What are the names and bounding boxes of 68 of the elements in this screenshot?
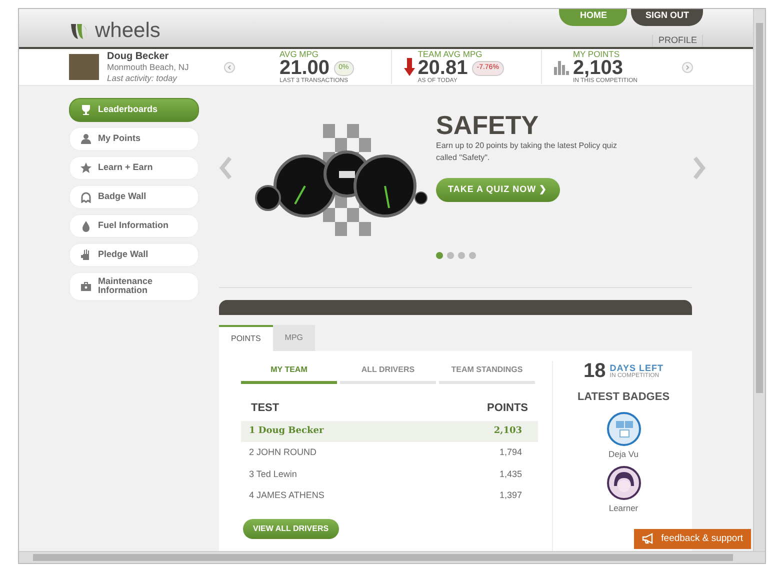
promo-title: SAFETY xyxy=(436,112,540,138)
table-row[interactable]: 2 JOHN ROUND 1,794 xyxy=(241,442,538,464)
sidebar-item[interactable]: Leaderboards xyxy=(69,98,199,122)
nav-tab[interactable]: SIGN OUT xyxy=(631,9,703,26)
carousel-dot[interactable] xyxy=(469,252,476,258)
girl-badge-icon xyxy=(606,466,640,500)
user-name: Doug Becker xyxy=(107,51,170,62)
view-all-drivers-button[interactable]: VIEW ALL DRIVERS xyxy=(243,518,339,538)
sidebar-item[interactable]: Pledge Wall xyxy=(69,243,199,267)
down-arrow-icon xyxy=(404,58,415,76)
tab[interactable]: MPG xyxy=(272,325,316,351)
driver-name: 3 Ted Lewin xyxy=(249,468,297,480)
stat-value: 2,103 xyxy=(572,58,623,78)
right-chevron-icon xyxy=(692,156,706,180)
points-value: 1,397 xyxy=(499,489,522,502)
driver-name: 1 Doug Becker xyxy=(249,424,324,438)
drop-icon xyxy=(80,220,92,232)
points-value: 1,794 xyxy=(499,446,522,459)
stat-label: AVG MPG xyxy=(280,50,320,58)
left-chevron-icon xyxy=(219,156,233,180)
stat-value: 21.00 xyxy=(280,58,330,78)
sub-tab[interactable]: TEAM STANDINGS xyxy=(439,361,535,384)
sub-tab[interactable]: MY TEAM xyxy=(241,361,337,384)
days-left-number: 18 xyxy=(584,361,606,381)
tab[interactable]: POINTS xyxy=(219,325,273,351)
bar-chart-icon xyxy=(554,59,570,76)
feedback-button[interactable]: feedback & support xyxy=(634,528,751,549)
user-location: Monmouth Beach, NJ xyxy=(107,62,189,73)
sidebar-item[interactable]: Maintenance Information xyxy=(69,272,199,301)
driver-name: 4 JAMES ATHENS xyxy=(249,489,324,502)
take-quiz-button[interactable]: TAKE A QUIZ NOW ❯ xyxy=(436,178,560,202)
sub-tab[interactable]: ALL DRIVERS xyxy=(340,361,436,384)
sidebar-item[interactable]: Learn + Earn xyxy=(69,156,199,180)
logo-text: wheels xyxy=(95,18,160,44)
carousel-dot[interactable] xyxy=(458,252,465,258)
days-left-label: DAYS LEFT xyxy=(610,364,664,372)
sidebar-item[interactable]: My Points xyxy=(69,127,199,151)
sidebar-item[interactable]: Badge Wall xyxy=(69,185,199,209)
carousel-dot[interactable] xyxy=(436,252,443,258)
avatar-photo xyxy=(69,54,99,80)
hand-icon xyxy=(80,249,92,261)
stat-label: TEAM AVG MPG xyxy=(418,50,484,58)
carousel-dot[interactable] xyxy=(447,252,454,258)
toolbox-icon xyxy=(80,280,92,292)
table-row[interactable]: 3 Ted Lewin 1,435 xyxy=(241,464,538,485)
horizontal-scrollbar[interactable] xyxy=(19,551,765,563)
column-header: TEST xyxy=(250,401,280,416)
points-value: 1,435 xyxy=(499,468,522,480)
badge-name: Deja Vu xyxy=(608,448,640,460)
person-icon xyxy=(80,133,92,145)
last-activity-text: Last activity: today xyxy=(107,72,178,83)
driver-name: 2 JOHN ROUND xyxy=(249,446,317,459)
table-row[interactable]: 1 Doug Becker 2,103 xyxy=(241,420,538,442)
badge-name: Learner xyxy=(608,502,640,515)
promo-description: Earn up to 20 points by taking the latest Policy quiz called "Safety". xyxy=(436,140,618,164)
trophy-icon xyxy=(80,104,92,116)
badge-icon xyxy=(80,191,92,203)
screens-badge-icon xyxy=(606,412,640,446)
badges-title: LATEST BADGES xyxy=(576,390,671,405)
vertical-scrollbar[interactable] xyxy=(753,9,765,551)
star-icon xyxy=(80,162,92,174)
table-row[interactable]: 4 JAMES ATHENS 1,397 xyxy=(241,485,538,506)
column-header: POINTS xyxy=(486,401,529,416)
points-value: 2,103 xyxy=(494,424,522,438)
sidebar-item[interactable]: Fuel Information xyxy=(69,214,199,238)
stat-label: MY POINTS xyxy=(572,50,621,58)
nav-tab[interactable]: HOME xyxy=(559,9,628,26)
stat-value: 20.81 xyxy=(418,58,468,78)
